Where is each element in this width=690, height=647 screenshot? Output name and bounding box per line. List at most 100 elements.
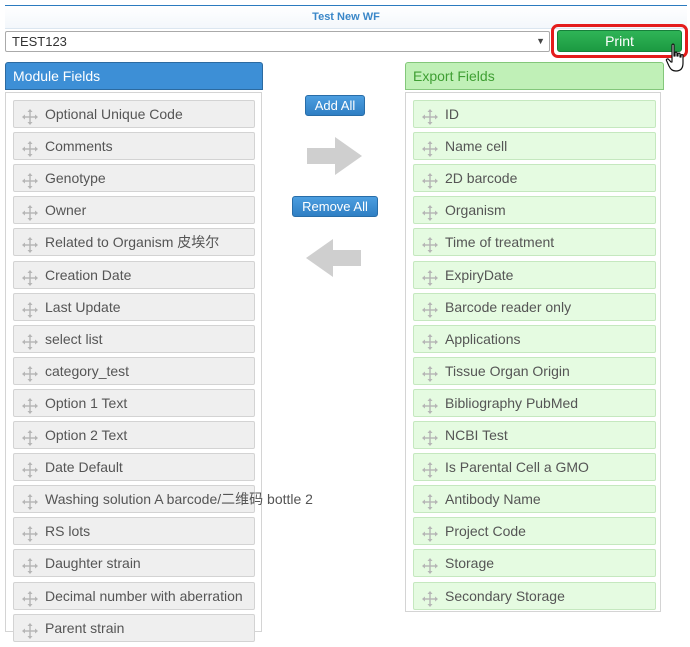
list-item-label: Last Update xyxy=(45,298,121,315)
list-item-label: ExpiryDate xyxy=(445,266,514,283)
arrow-right-icon[interactable] xyxy=(305,136,363,176)
move-icon[interactable] xyxy=(22,171,38,190)
list-item[interactable]: NCBI Test xyxy=(413,421,656,449)
list-item[interactable]: Last Update xyxy=(13,292,255,321)
move-icon[interactable] xyxy=(22,203,38,222)
move-icon[interactable] xyxy=(422,300,438,318)
list-item-label: Date Default xyxy=(45,459,123,476)
list-item[interactable]: ID xyxy=(413,100,656,128)
list-item[interactable]: RS lots xyxy=(13,517,255,546)
list-item[interactable]: Time of treatment xyxy=(413,228,656,257)
list-item-label: Daughter strain xyxy=(45,555,141,572)
move-icon[interactable] xyxy=(22,139,38,158)
list-item[interactable]: Comments xyxy=(13,132,255,161)
list-item[interactable]: Daughter strain xyxy=(13,549,255,578)
list-item[interactable]: Organism xyxy=(413,196,656,225)
move-icon[interactable] xyxy=(22,332,38,350)
list-item[interactable]: Secondary Storage xyxy=(413,581,656,610)
move-icon[interactable] xyxy=(22,589,38,607)
move-icon[interactable] xyxy=(22,268,38,286)
move-icon[interactable] xyxy=(22,107,38,125)
list-item[interactable]: Option 2 Text xyxy=(13,421,255,449)
list-item-label: Genotype xyxy=(45,170,106,187)
chevron-down-icon: ▼ xyxy=(536,36,545,46)
move-icon[interactable] xyxy=(22,396,38,414)
list-item[interactable]: Option 1 Text xyxy=(13,388,255,417)
export-fields-list[interactable]: ID Name cell 2D barcode Organism Time of tre… xyxy=(405,92,661,612)
list-item-label: Is Parental Cell a GMO xyxy=(445,459,589,476)
add-all-button[interactable]: Add All xyxy=(305,95,365,116)
remove-all-button[interactable]: Remove All xyxy=(292,196,378,217)
workflow-select[interactable]: TEST123 ▼ xyxy=(5,31,550,52)
list-item-label: Parent strain xyxy=(45,619,125,636)
move-icon[interactable] xyxy=(422,139,438,158)
move-icon[interactable] xyxy=(22,300,38,318)
move-icon[interactable] xyxy=(22,492,38,511)
list-item-label: Option 1 Text xyxy=(45,394,128,411)
list-item-label: Tissue Organ Origin xyxy=(445,362,570,379)
list-item-label: 2D barcode xyxy=(445,170,518,187)
module-fields-list[interactable]: Optional Unique Code Comments Genotype Owne… xyxy=(5,92,313,642)
move-icon[interactable] xyxy=(22,556,38,575)
move-icon[interactable] xyxy=(22,364,38,382)
list-item[interactable]: category_test xyxy=(13,356,255,385)
list-item-label: Barcode reader only xyxy=(445,298,572,315)
list-item[interactable]: Applications xyxy=(413,324,656,353)
list-item[interactable]: Related to Organism 皮埃尔 xyxy=(13,228,255,257)
move-icon[interactable] xyxy=(422,268,438,286)
list-item[interactable]: Storage xyxy=(413,549,656,578)
export-fields-header: Export Fields xyxy=(405,62,664,90)
move-icon[interactable] xyxy=(422,203,438,222)
list-item-label: NCBI Test xyxy=(445,427,508,443)
move-icon[interactable] xyxy=(22,428,38,446)
move-icon[interactable] xyxy=(422,524,438,543)
list-item[interactable]: Name cell xyxy=(413,132,656,161)
move-icon[interactable] xyxy=(422,589,438,607)
list-item[interactable]: Date Default xyxy=(13,453,255,482)
list-item-label: Option 2 Text xyxy=(45,427,128,443)
list-item[interactable]: Optional Unique Code xyxy=(13,100,255,128)
list-item[interactable]: Decimal number with aberration xyxy=(13,581,255,610)
list-item[interactable]: 2D barcode xyxy=(413,164,656,193)
move-icon[interactable] xyxy=(22,621,38,639)
move-icon[interactable] xyxy=(422,364,438,382)
list-item[interactable]: Washing solution A barcode/二维码 bottle 2 xyxy=(13,485,313,514)
list-item-label: Washing solution A barcode/二维码 bottle 2 xyxy=(45,491,313,508)
list-item[interactable]: Antibody Name xyxy=(413,485,656,514)
list-item[interactable]: Creation Date xyxy=(13,260,255,289)
list-item[interactable]: ExpiryDate xyxy=(413,260,656,289)
move-icon[interactable] xyxy=(22,460,38,479)
arrow-left-icon[interactable] xyxy=(305,238,363,278)
list-item[interactable]: Genotype xyxy=(13,164,255,193)
move-icon[interactable] xyxy=(422,556,438,575)
list-item[interactable]: Owner xyxy=(13,196,255,225)
move-icon[interactable] xyxy=(422,396,438,414)
list-item[interactable]: Parent strain xyxy=(13,613,255,642)
list-item[interactable]: Tissue Organ Origin xyxy=(413,356,656,385)
move-icon[interactable] xyxy=(422,235,438,254)
move-icon[interactable] xyxy=(422,332,438,350)
list-item-label: Comments xyxy=(45,138,113,155)
move-icon[interactable] xyxy=(422,107,438,125)
list-item[interactable]: Barcode reader only xyxy=(413,292,656,321)
list-item-label: Secondary Storage xyxy=(445,587,565,604)
list-item-label: Decimal number with aberration xyxy=(45,587,243,604)
move-icon[interactable] xyxy=(22,524,38,543)
list-item[interactable]: Project Code xyxy=(413,517,656,546)
list-item-label: Applications xyxy=(445,330,521,347)
list-item-label: category_test xyxy=(45,362,130,379)
module-fields-header: Module Fields xyxy=(5,62,263,90)
list-item[interactable]: Bibliography PubMed xyxy=(413,388,656,417)
move-icon[interactable] xyxy=(422,428,438,446)
workflow-select-value: TEST123 xyxy=(12,34,67,49)
list-item-label: Antibody Name xyxy=(445,491,541,508)
list-item-label: select list xyxy=(45,330,103,347)
move-icon[interactable] xyxy=(422,171,438,190)
move-icon[interactable] xyxy=(22,235,38,254)
list-item[interactable]: select list xyxy=(13,324,255,353)
move-icon[interactable] xyxy=(422,492,438,511)
hand-pointer-icon xyxy=(665,43,684,72)
move-icon[interactable] xyxy=(422,460,438,479)
list-item[interactable]: Is Parental Cell a GMO xyxy=(413,453,656,482)
list-item-label: RS lots xyxy=(45,523,91,540)
